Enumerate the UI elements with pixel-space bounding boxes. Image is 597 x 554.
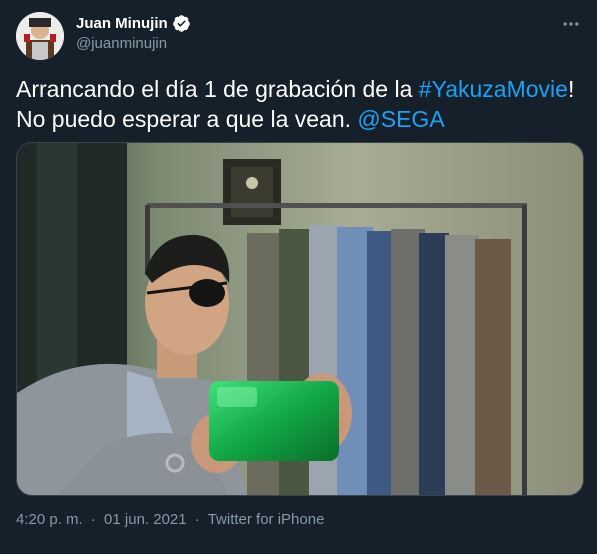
tweet-text-line1: Arrancando el día 1 de grabación de la xyxy=(16,76,419,102)
author-name-row: Juan Minujin xyxy=(76,13,191,33)
hashtag-link[interactable]: #YakuzaMovie xyxy=(419,76,568,102)
tweet-text-line2: No puedo esperar a que la vean. xyxy=(16,106,358,132)
more-options-button[interactable] xyxy=(559,12,583,36)
tweet-text: Arrancando el día 1 de grabación de la #… xyxy=(16,74,586,134)
author-avatar[interactable] xyxy=(16,12,64,60)
mention-link[interactable]: @SEGA xyxy=(357,106,444,132)
author-display-name[interactable]: Juan Minujin xyxy=(76,15,168,32)
tweet-date[interactable]: 01 jun. 2021 xyxy=(104,511,187,528)
tweet: Juan Minujin @juanminujin Arrancando el … xyxy=(0,0,597,554)
more-options-icon xyxy=(563,22,579,26)
tweet-time[interactable]: 4:20 p. m. xyxy=(16,511,83,528)
tweet-text-line1-suffix: ! xyxy=(567,76,575,102)
tweet-photo[interactable] xyxy=(16,142,584,496)
verified-badge-icon xyxy=(172,14,191,33)
tweet-client[interactable]: Twitter for iPhone xyxy=(208,511,325,528)
photo-image xyxy=(17,143,583,495)
author-handle[interactable]: @juanminujin xyxy=(76,35,167,52)
meta-separator: · xyxy=(90,511,96,528)
meta-separator: · xyxy=(194,511,200,528)
tweet-meta: 4:20 p. m. · 01 jun. 2021 · Twitter for … xyxy=(16,511,324,528)
